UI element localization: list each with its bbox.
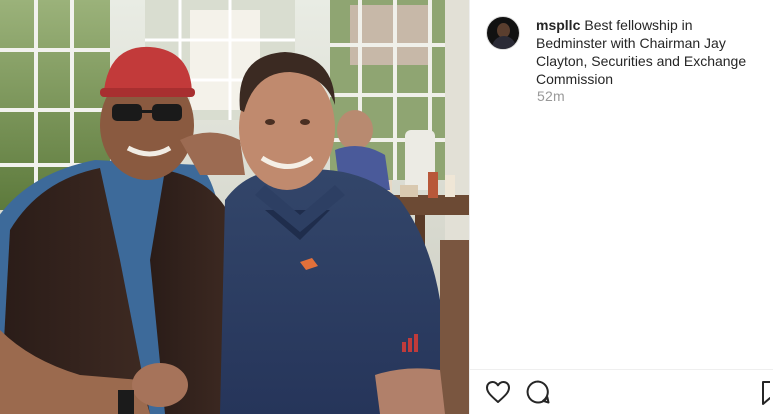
bookmark-icon[interactable] xyxy=(760,379,770,407)
post-sidebar: mspllc Best fellowship in Bedminster with… xyxy=(469,0,773,414)
username-link[interactable]: mspllc xyxy=(536,17,580,33)
avatar[interactable] xyxy=(486,16,520,50)
heart-icon[interactable] xyxy=(484,378,512,406)
post-header: mspllc Best fellowship in Bedminster with… xyxy=(486,16,766,88)
actions-bar xyxy=(470,369,773,414)
photo-image xyxy=(0,0,469,414)
post-photo[interactable] xyxy=(0,0,469,414)
post-caption: mspllc Best fellowship in Bedminster with… xyxy=(536,16,766,88)
avatar-shoulders xyxy=(492,36,516,49)
comment-icon[interactable] xyxy=(524,378,552,406)
post-timestamp[interactable]: 52m xyxy=(537,88,565,104)
